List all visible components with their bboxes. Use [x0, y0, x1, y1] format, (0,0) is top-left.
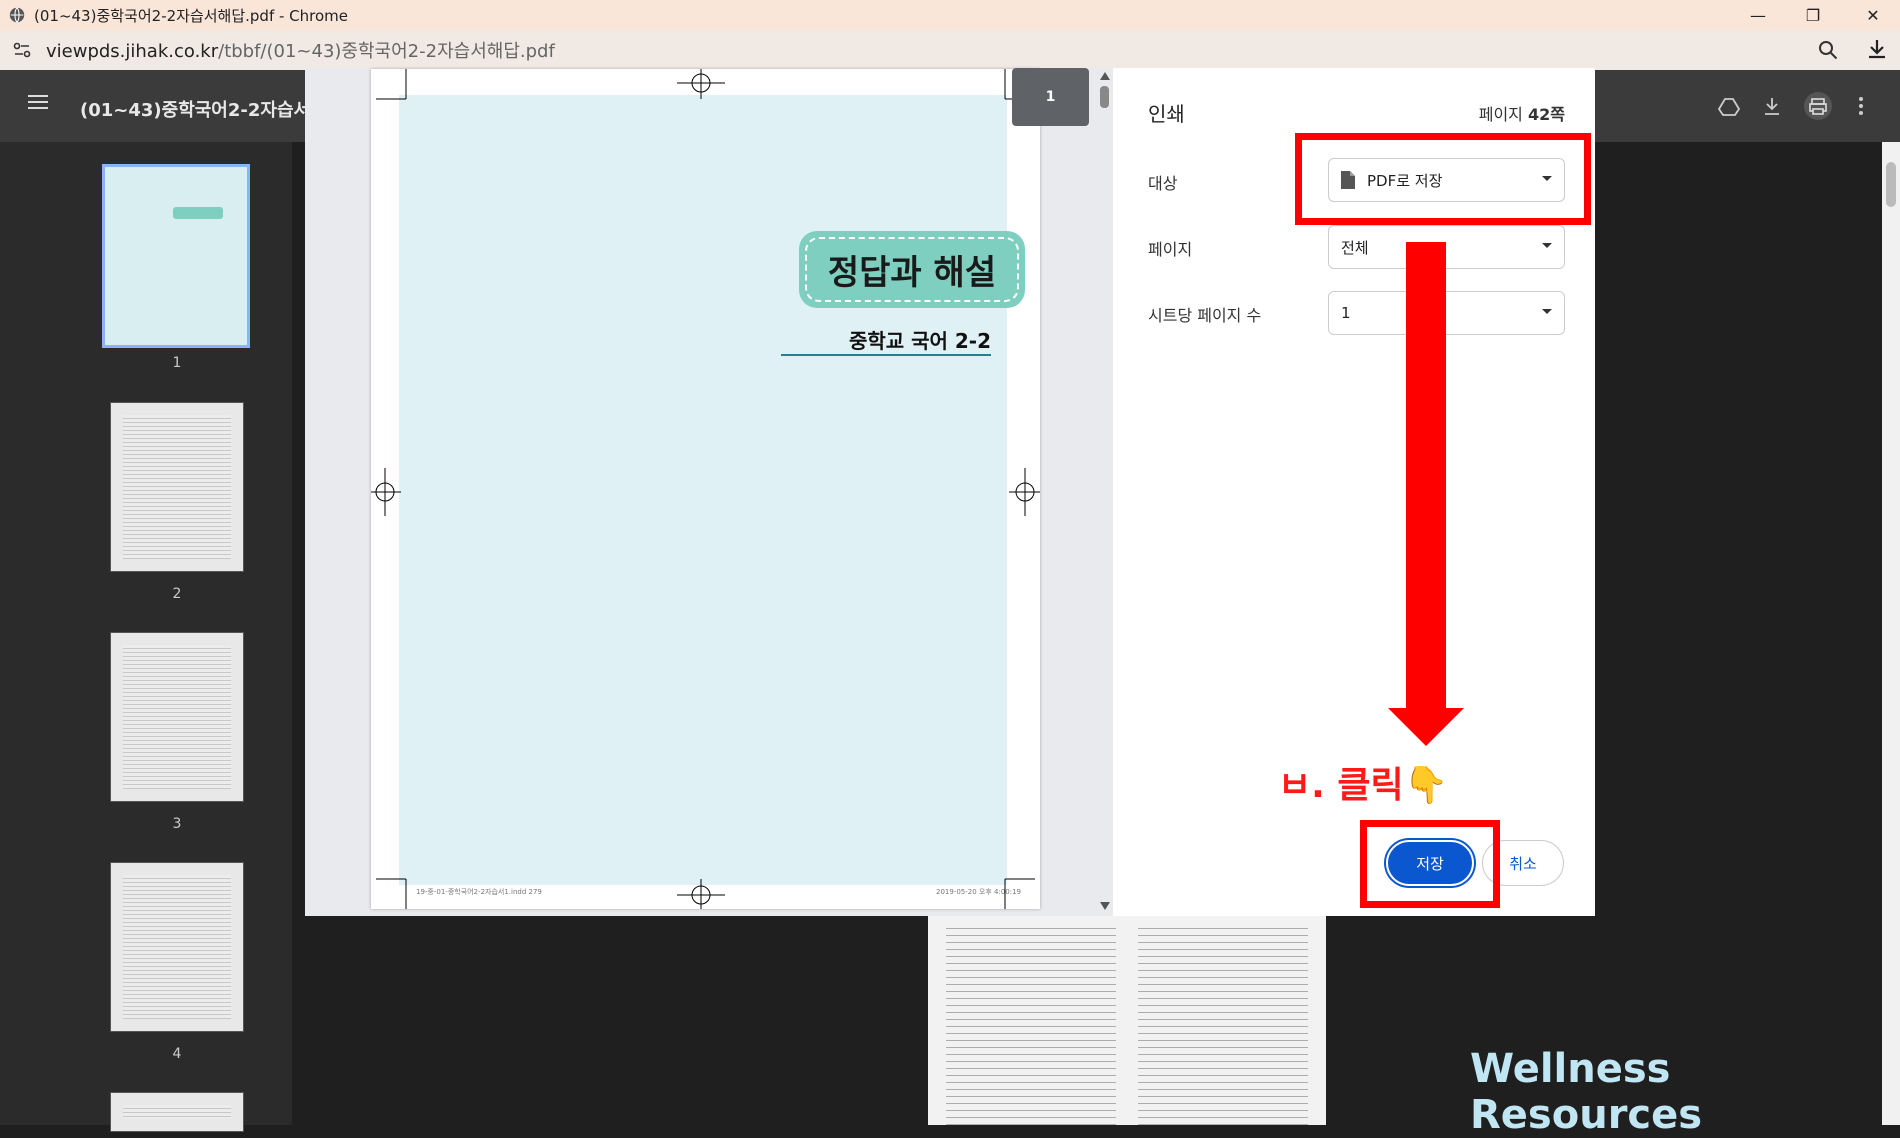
watermark: Wellness Resources: [1470, 1046, 1703, 1138]
minimize-icon[interactable]: —: [1735, 0, 1781, 30]
arrow-down-icon: [1388, 708, 1464, 746]
address-bar[interactable]: viewpds.jihak.co.kr/tbbf/(01~43)중학국어2-2자…: [0, 30, 1900, 70]
site-info-icon[interactable]: [10, 38, 34, 62]
pages-select[interactable]: 전체: [1328, 225, 1565, 269]
url-host: viewpds.jihak.co.kr: [46, 41, 219, 62]
chevron-down-icon: [1542, 243, 1552, 248]
thumbnail-page[interactable]: [110, 1092, 244, 1132]
thumbnail-number: 4: [172, 1046, 182, 1062]
thumbnail-number: 1: [172, 355, 182, 371]
pages-label: 페이지: [1148, 240, 1193, 259]
scroll-up-icon[interactable]: [1100, 72, 1110, 80]
thumbnail-page[interactable]: [102, 164, 250, 348]
highlight-destination: [1295, 133, 1591, 225]
highlight-save: [1360, 820, 1500, 908]
preview-page: 정답과 해설 중학교 국어 2-2 19-중-01-중학국어2-2자습서1.in…: [371, 69, 1040, 909]
zoom-icon[interactable]: [1818, 40, 1838, 60]
globe-icon: [9, 7, 25, 23]
page-count: 페이지 42쪽: [1479, 101, 1565, 125]
thumbnail-badge: [173, 207, 223, 219]
thumbnail-page[interactable]: [110, 402, 244, 572]
drive-icon[interactable]: [1718, 96, 1740, 118]
scroll-down-icon[interactable]: [1100, 902, 1110, 910]
chevron-down-icon: [1542, 309, 1552, 314]
window-title: (01~43)중학국어2-2자습서해답.pdf - Chrome: [34, 6, 349, 25]
thumbnail-sidebar: 1 2 3 4: [0, 142, 292, 1132]
close-icon[interactable]: ✕: [1850, 0, 1896, 30]
thumbnail-page[interactable]: [110, 862, 244, 1032]
pages-per-sheet-value: 1: [1341, 304, 1351, 322]
crop-marks: [371, 69, 1040, 909]
destination-label: 대상: [1148, 174, 1178, 193]
background-page: [928, 912, 1326, 1125]
print-icon[interactable]: [1804, 92, 1832, 120]
url-text[interactable]: viewpds.jihak.co.kr/tbbf/(01~43)중학국어2-2자…: [46, 37, 555, 63]
pages-per-sheet-label: 시트당 페이지 수: [1148, 306, 1262, 325]
page-indicator: 1: [1012, 68, 1089, 126]
viewer-scrollbar[interactable]: [1882, 142, 1900, 1125]
more-icon[interactable]: [1858, 96, 1864, 116]
preview-scrollbar[interactable]: [1098, 68, 1112, 916]
arrow-shaft: [1406, 242, 1446, 710]
restore-icon[interactable]: ❐: [1790, 0, 1836, 30]
window-titlebar: (01~43)중학국어2-2자습서해답.pdf - Chrome: [0, 0, 1900, 30]
thumbnail-number: 2: [172, 586, 182, 602]
pdf-title: (01~43)중학국어2-2자습서해답: [80, 100, 310, 121]
thumbnail-number: 3: [172, 816, 182, 832]
thumbnail-page[interactable]: [110, 632, 244, 802]
menu-icon[interactable]: [28, 94, 48, 110]
print-title: 인쇄: [1148, 102, 1185, 126]
download-icon[interactable]: [1866, 38, 1888, 60]
pdf-download-icon[interactable]: [1762, 96, 1782, 116]
page-count-label: 페이지: [1478, 105, 1523, 124]
pages-value: 전체: [1341, 238, 1369, 257]
pages-per-sheet-select[interactable]: 1: [1328, 291, 1565, 335]
print-preview: 정답과 해설 중학교 국어 2-2 19-중-01-중학국어2-2자습서1.in…: [305, 68, 1113, 916]
url-path: /tbbf/(01~43)중학국어2-2자습서해답.pdf: [218, 41, 555, 62]
annotation-note: ㅂ. 클릭👇: [1278, 765, 1449, 806]
page-count-value: 42쪽: [1528, 105, 1565, 124]
